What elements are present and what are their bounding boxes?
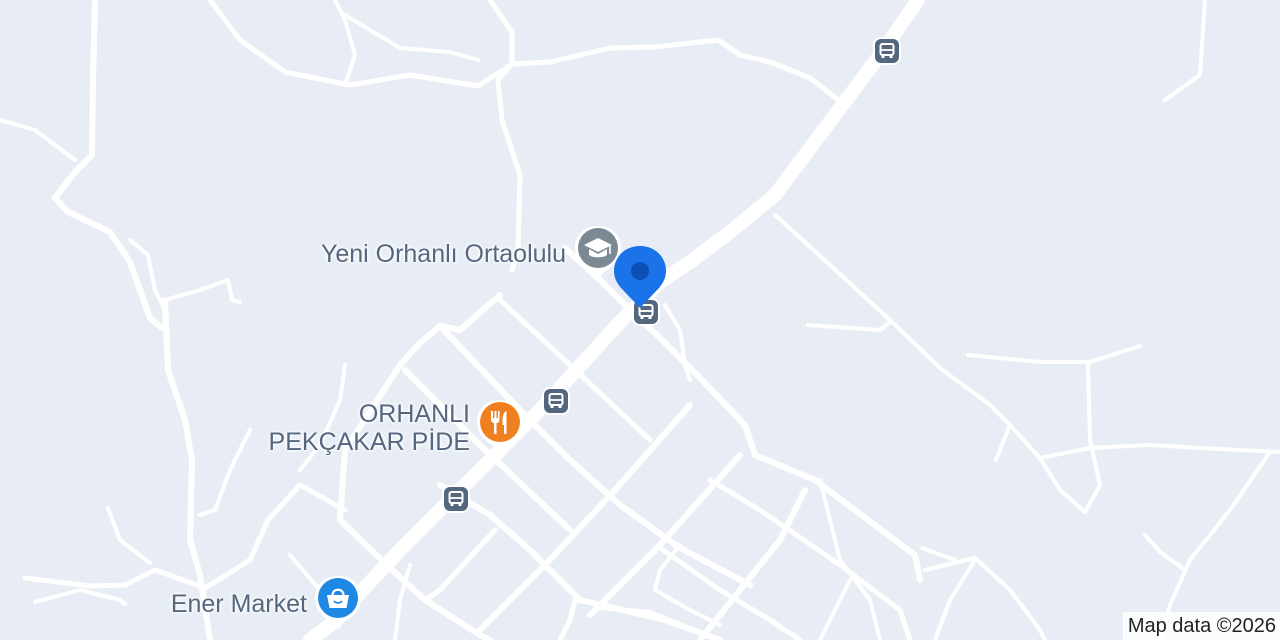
main-road xyxy=(303,0,925,640)
road xyxy=(920,546,957,562)
road xyxy=(806,320,892,332)
road xyxy=(509,37,848,108)
poi-label-school[interactable]: Yeni Orhanlı Ortaolulu xyxy=(321,240,566,268)
road xyxy=(707,477,913,640)
road xyxy=(52,0,165,331)
road xyxy=(333,0,357,87)
road xyxy=(1163,0,1207,102)
road xyxy=(663,303,692,382)
bus-stop-icon[interactable] xyxy=(541,386,571,416)
road xyxy=(487,0,523,273)
road xyxy=(923,556,1047,640)
road xyxy=(0,118,77,162)
fork-knife-icon[interactable] xyxy=(474,398,526,456)
road xyxy=(422,527,498,603)
road xyxy=(22,482,348,591)
road xyxy=(198,428,252,517)
road xyxy=(343,13,480,62)
road xyxy=(557,597,578,640)
road xyxy=(933,558,977,640)
road xyxy=(33,588,127,606)
bus-stop-icon[interactable] xyxy=(441,484,471,514)
location-pin-icon[interactable] xyxy=(612,244,668,310)
bus-stop-icon[interactable] xyxy=(872,36,902,66)
map-view[interactable]: Yeni Orhanlı Ortaolulu ORHANLI PEKÇAKAR … xyxy=(0,0,1280,640)
poi-label-restaurant-line2: PEKÇAKAR PİDE xyxy=(268,428,470,456)
road xyxy=(1143,533,1187,572)
road xyxy=(207,0,515,89)
road xyxy=(106,506,152,565)
road xyxy=(994,423,1012,462)
road xyxy=(1038,443,1280,460)
poi-label-market[interactable]: Ener Market xyxy=(171,590,307,618)
road xyxy=(818,578,852,640)
shopping-bag-icon[interactable] xyxy=(312,574,364,632)
poi-label-restaurant-line1: ORHANLI xyxy=(358,400,470,428)
road xyxy=(966,344,1142,364)
road xyxy=(163,278,242,304)
map-attribution[interactable]: Map data ©2026 xyxy=(1122,612,1280,640)
poi-label-restaurant[interactable]: ORHANLI PEKÇAKAR PİDE xyxy=(269,400,470,456)
